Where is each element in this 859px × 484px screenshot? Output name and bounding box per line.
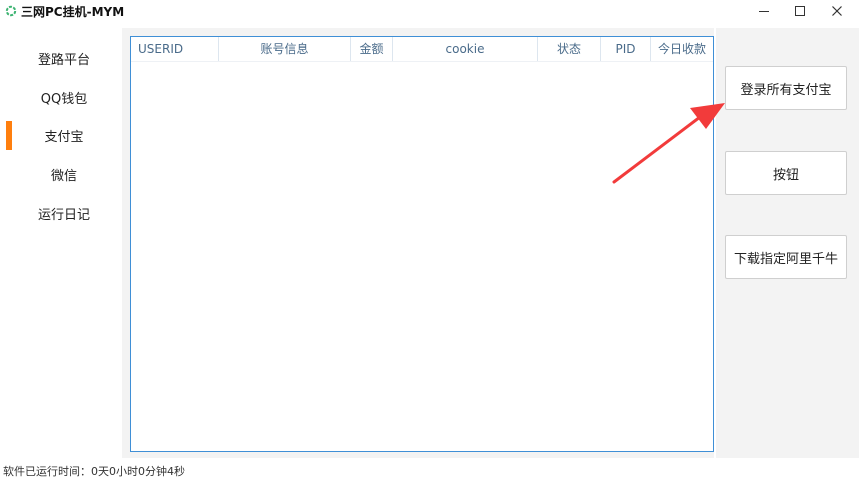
accounts-table[interactable]: USERID 账号信息 金额 cookie 状态 PID 今日收款 [130, 36, 714, 452]
download-ali-qianniu-button[interactable]: 下载指定阿里千牛 [725, 235, 847, 279]
table-panel: USERID 账号信息 金额 cookie 状态 PID 今日收款 [122, 28, 714, 458]
nav-item-wechat[interactable]: 微信 [14, 161, 114, 187]
column-header-account-info[interactable]: 账号信息 [219, 37, 351, 61]
window-title: 三网PC挂机-MYM [21, 5, 125, 19]
sidebar-nav: 登路平台 QQ钱包 支付宝 微信 运行日记 [0, 28, 122, 458]
nav-item-qq-wallet[interactable]: QQ钱包 [14, 84, 114, 110]
runtime-status: 软件已运行时间：0天0小时0分钟4秒 [3, 465, 185, 478]
column-header-today-income[interactable]: 今日收款 [651, 37, 713, 61]
column-header-amount[interactable]: 金额 [351, 37, 393, 61]
nav-item-alipay[interactable]: 支付宝 [14, 122, 114, 148]
nav-item-run-log[interactable]: 运行日记 [14, 200, 114, 226]
minimize-icon [759, 11, 769, 12]
column-header-status[interactable]: 状态 [538, 37, 601, 61]
nav-selected-indicator [6, 121, 12, 150]
generic-button[interactable]: 按钮 [725, 151, 847, 195]
close-button[interactable] [815, 0, 859, 22]
column-header-userid[interactable]: USERID [131, 37, 219, 61]
column-header-cookie[interactable]: cookie [393, 37, 538, 61]
maximize-icon [795, 6, 805, 16]
close-icon [832, 6, 842, 16]
table-header: USERID 账号信息 金额 cookie 状态 PID 今日收款 [131, 37, 713, 62]
login-all-alipay-button[interactable]: 登录所有支付宝 [725, 66, 847, 110]
nav-item-login-platform[interactable]: 登路平台 [14, 45, 114, 71]
actions-panel: 登录所有支付宝 按钮 下载指定阿里千牛 [716, 28, 859, 458]
app-logo-icon [5, 5, 17, 17]
title-bar: 三网PC挂机-MYM [0, 0, 859, 22]
column-header-pid[interactable]: PID [601, 37, 651, 61]
